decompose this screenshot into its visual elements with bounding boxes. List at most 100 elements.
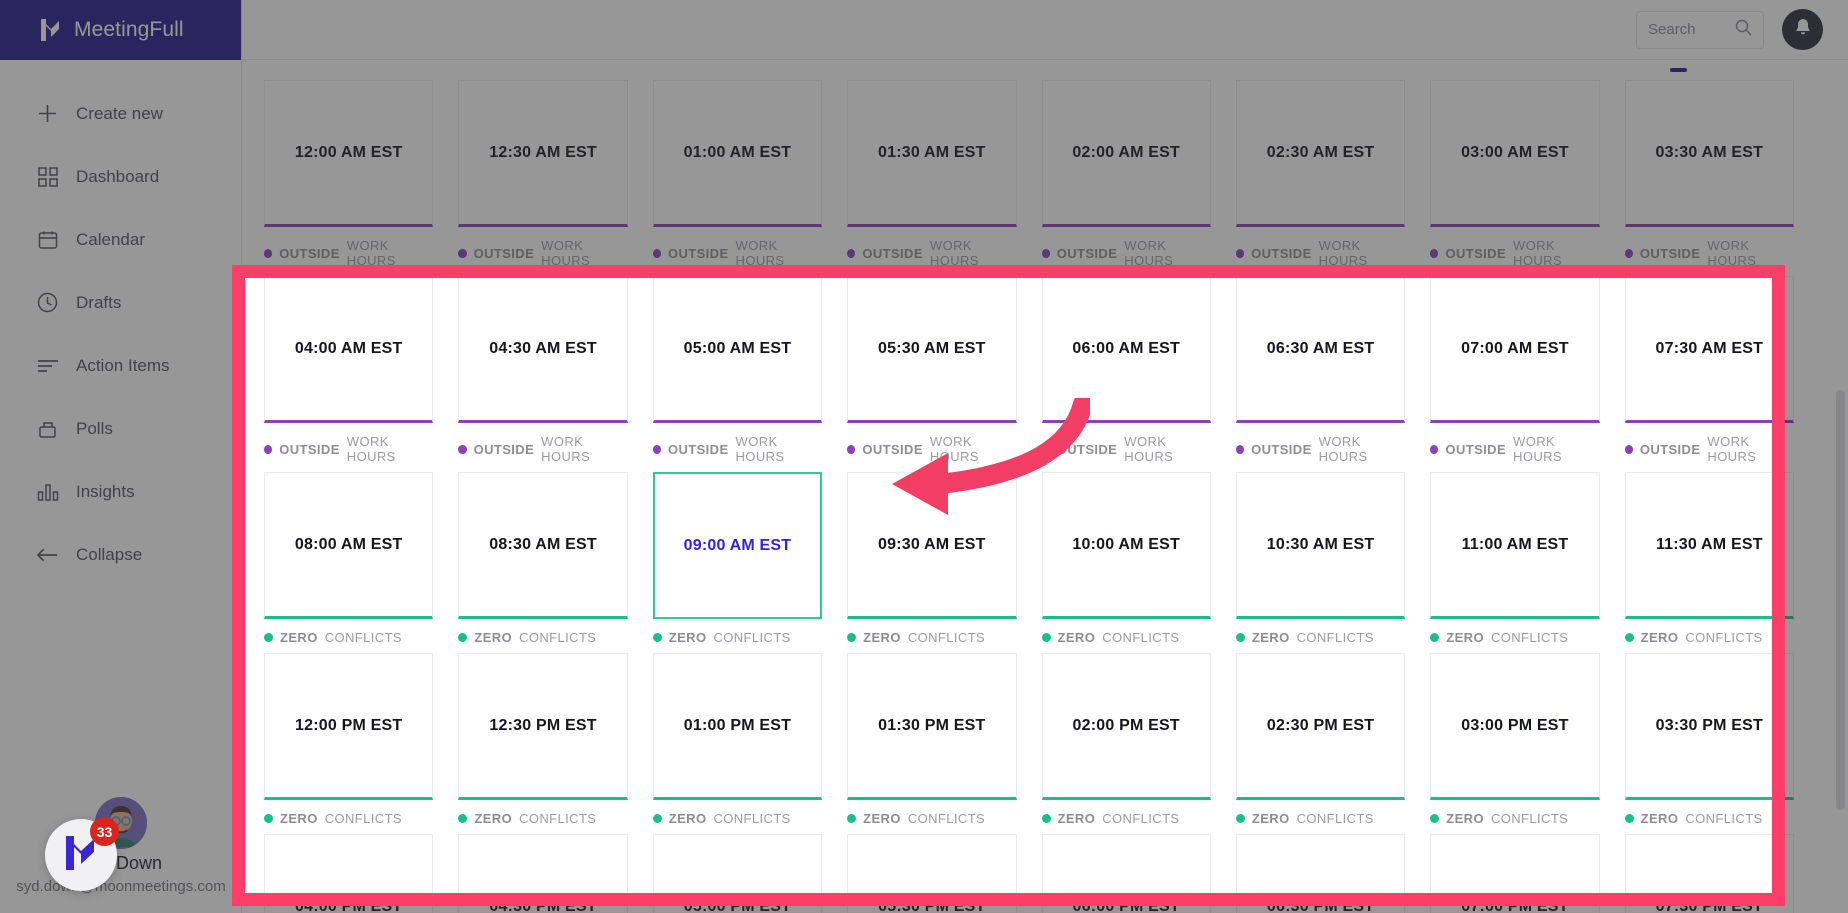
status-word-secondary: CONFLICTS: [713, 630, 791, 645]
time-slot-card[interactable]: 12:00 AM EST: [264, 80, 434, 227]
sidebar-item-insights[interactable]: Insights: [0, 460, 241, 523]
sidebar-item-collapse[interactable]: Collapse: [0, 523, 241, 586]
time-slot-card[interactable]: 12:30 PM EST: [458, 653, 628, 800]
time-slot-label: 02:30 PM EST: [1266, 716, 1375, 734]
time-slot: 05:30 PM ESTZEROCONFLICTS: [847, 834, 1017, 913]
time-slot: 09:00 AM EST ZERO CONFLICTS: [652, 472, 823, 645]
status-dot-icon: [1041, 633, 1051, 642]
status-word-secondary: WORK HOURS: [735, 434, 785, 464]
time-slot-card[interactable]: 07:00 PM EST: [1430, 834, 1600, 913]
sidebar-item-label: Insights: [76, 481, 135, 501]
status-word-secondary: CONFLICTS: [519, 811, 597, 826]
status-word-primary: ZERO: [1251, 630, 1290, 645]
time-slot-card[interactable]: 08:30 AM EST: [458, 472, 628, 619]
time-slot-label: 05:00 PM EST: [683, 897, 792, 913]
time-slot-card[interactable]: 04:00 PM EST: [264, 834, 434, 913]
sidebar-item-label: Collapse: [76, 544, 143, 564]
status-word-primary: OUTSIDE: [667, 441, 729, 457]
sidebar-item-create-new[interactable]: Create new: [0, 82, 241, 145]
time-slot-card[interactable]: 02:00 PM EST: [1041, 653, 1211, 800]
status-dot-icon: [1430, 444, 1439, 454]
time-slot-card[interactable]: 02:00 AM EST: [1041, 80, 1211, 227]
status-dot-icon: [1624, 248, 1633, 258]
time-slot-card[interactable]: 12:30 AM EST: [458, 80, 628, 227]
time-slot-card[interactable]: 04:30 PM EST: [458, 834, 628, 913]
time-slot-card[interactable]: 06:00 AM EST: [1041, 276, 1211, 423]
status-word-secondary: WORK HOURS: [346, 434, 396, 464]
status-word-primary: ZERO: [1640, 811, 1679, 826]
time-slot: 06:00 AM EST OUTSIDE WORK HOURS: [1041, 276, 1211, 464]
search-input[interactable]: Search: [1636, 10, 1764, 49]
status-word-secondary: CONFLICTS: [324, 630, 402, 645]
notifications-button[interactable]: [1782, 9, 1823, 50]
sidebar-item-dashboard[interactable]: Dashboard: [0, 145, 241, 208]
time-slot-card[interactable]: 01:30 AM EST: [847, 80, 1017, 227]
time-slot-card[interactable]: 01:30 PM EST: [847, 653, 1017, 800]
time-slot: 05:30 AM EST OUTSIDE WORK HOURS: [847, 276, 1017, 464]
status-word-secondary: WORK HOURS: [1513, 238, 1562, 268]
status-word-primary: OUTSIDE: [862, 245, 923, 261]
time-slot-card[interactable]: 09:30 AM EST: [847, 472, 1017, 619]
vertical-scrollbar[interactable]: [1836, 390, 1845, 810]
time-slot-card[interactable]: 01:00 AM EST: [652, 80, 823, 227]
status-dot-icon: [1624, 814, 1634, 823]
time-slot-card[interactable]: 05:00 PM EST: [652, 834, 823, 913]
sidebar-item-action-items[interactable]: Action Items: [0, 334, 241, 397]
time-slot: 07:00 PM ESTZEROCONFLICTS: [1430, 834, 1600, 913]
time-slot-card[interactable]: 12:00 PM EST: [264, 653, 434, 800]
time-slot-card[interactable]: 07:00 AM EST: [1430, 276, 1600, 423]
time-slot-label: 12:30 AM EST: [489, 143, 597, 161]
time-slot-card[interactable]: 02:30 PM EST: [1235, 653, 1406, 800]
time-slot-label: 03:30 AM EST: [1655, 143, 1764, 161]
status-word-primary: OUTSIDE: [1251, 441, 1312, 457]
status-word-secondary: WORK HOURS: [1318, 434, 1368, 464]
time-slot-label: 09:00 AM EST: [683, 536, 792, 554]
time-slot-card[interactable]: 02:30 AM EST: [1235, 80, 1406, 227]
status-dot-icon: [264, 248, 273, 258]
status-word-secondary: WORK HOURS: [1707, 434, 1757, 464]
sidebar-item-calendar[interactable]: Calendar: [0, 208, 241, 271]
time-slot: 04:30 AM EST OUTSIDE WORK HOURS: [458, 276, 628, 464]
sidebar-item-drafts[interactable]: Drafts: [0, 271, 241, 334]
brand-logo[interactable]: MeetingFull: [0, 0, 241, 60]
time-slot-card[interactable]: 10:00 AM EST: [1041, 472, 1211, 619]
time-slot-card[interactable]: 04:30 AM EST: [458, 276, 628, 423]
status-badge: OUTSIDE WORK HOURS: [652, 423, 822, 464]
sidebar-item-polls[interactable]: Polls: [0, 397, 241, 460]
time-slot-card[interactable]: 08:00 AM EST: [264, 472, 434, 619]
status-word-secondary: CONFLICTS: [1102, 630, 1180, 645]
status-dot-icon: [847, 444, 856, 454]
time-slot-card[interactable]: 07:30 AM EST: [1624, 276, 1794, 423]
time-slot-card[interactable]: 03:00 AM EST: [1430, 80, 1600, 227]
meetingfull-floating-widget[interactable]: 33: [45, 817, 119, 891]
time-slot-card[interactable]: 11:00 AM EST: [1430, 472, 1600, 619]
time-slot-card[interactable]: 11:30 AM EST: [1624, 472, 1794, 619]
time-slot-card[interactable]: 06:30 AM EST: [1235, 276, 1406, 423]
status-word-primary: OUTSIDE: [279, 245, 340, 261]
time-slot-card[interactable]: 09:00 AM EST: [652, 472, 823, 619]
time-slot-card[interactable]: 07:30 PM EST: [1624, 834, 1794, 913]
time-slot-card[interactable]: 05:30 AM EST: [847, 276, 1017, 423]
time-slot-card[interactable]: 03:00 PM EST: [1430, 653, 1600, 800]
time-slot-label: 08:00 AM EST: [294, 535, 403, 553]
time-slot-card[interactable]: 01:00 PM EST: [652, 653, 823, 800]
time-slot-card[interactable]: 05:30 PM EST: [847, 834, 1017, 913]
time-slot-card[interactable]: 06:00 PM EST: [1041, 834, 1211, 913]
status-word-primary: ZERO: [474, 630, 513, 645]
status-badge: OUTSIDE WORK HOURS: [458, 423, 627, 464]
search-icon[interactable]: [1735, 19, 1752, 41]
status-dot-icon: [847, 248, 856, 258]
time-slot: 02:00 PM EST ZERO CONFLICTS: [1041, 653, 1211, 826]
time-slot-card[interactable]: 06:30 PM EST: [1235, 834, 1406, 913]
status-dot-icon: [264, 633, 273, 642]
time-slot-label: 01:00 AM EST: [683, 143, 792, 161]
time-slot-card[interactable]: 03:30 PM EST: [1624, 653, 1794, 800]
time-slot-card[interactable]: 04:00 AM EST: [264, 276, 434, 423]
time-slot-card[interactable]: 03:30 AM EST: [1624, 80, 1794, 227]
time-slot: 01:00 PM EST ZERO CONFLICTS: [652, 653, 823, 826]
sidebar-user-profile[interactable]: Syd Down syd.down@moonmeetings.com: [0, 797, 242, 895]
status-badge: ZERO CONFLICTS: [458, 619, 627, 645]
time-slot-card[interactable]: 05:00 AM EST: [652, 276, 823, 423]
time-slot-card[interactable]: 10:30 AM EST: [1235, 472, 1406, 619]
sidebar-item-label: Calendar: [76, 229, 145, 249]
